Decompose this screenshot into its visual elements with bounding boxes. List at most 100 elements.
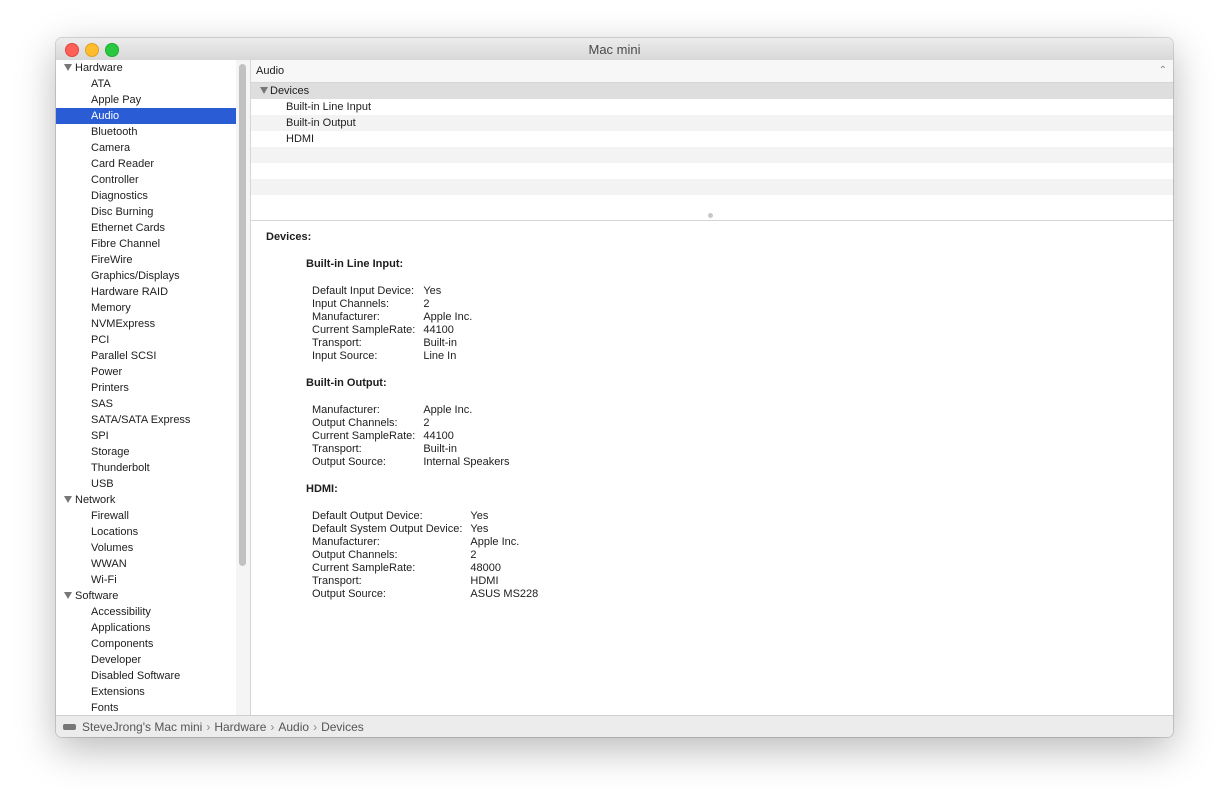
disclosure-triangle-icon[interactable]: [64, 64, 72, 71]
detail-row: Transport: HDMI: [312, 575, 538, 588]
detail-section-title: Built-in Line Input:: [306, 258, 404, 270]
sidebar-item-memory[interactable]: Memory: [56, 300, 236, 316]
disclosure-triangle-icon[interactable]: [260, 87, 268, 94]
divider-handle-icon[interactable]: [708, 213, 713, 218]
sidebar-item-components[interactable]: Components: [56, 636, 236, 652]
breadcrumb-separator: ›: [270, 720, 275, 734]
sidebar-item-sata-sata-express[interactable]: SATA/SATA Express: [56, 412, 236, 428]
details-heading: Devices:: [266, 231, 312, 243]
sidebar-item-locations[interactable]: Locations: [56, 524, 236, 540]
column-header-label: Audio: [256, 65, 285, 77]
device-row[interactable]: Built-in Output: [251, 115, 1173, 131]
sidebar-group-label: Network: [75, 494, 116, 506]
detail-table: Default Input Device: Yes Input Channels: 2…: [312, 285, 472, 363]
sidebar-item-camera[interactable]: Camera: [56, 140, 236, 156]
sidebar-item-storage[interactable]: Storage: [56, 444, 236, 460]
disclosure-triangle-icon[interactable]: [64, 496, 72, 503]
breadcrumb-item[interactable]: Devices: [321, 720, 364, 734]
device-row[interactable]: HDMI: [251, 131, 1173, 147]
detail-row: Default Input Device: Yes: [312, 285, 472, 298]
device-row[interactable]: Built-in Line Input: [251, 99, 1173, 115]
sidebar-item-controller[interactable]: Controller: [56, 172, 236, 188]
sidebar-item-ethernet-cards[interactable]: Ethernet Cards: [56, 220, 236, 236]
sidebar-item-extensions[interactable]: Extensions: [56, 684, 236, 700]
sidebar-item-audio[interactable]: Audio: [56, 108, 236, 124]
sidebar-item-usb[interactable]: USB: [56, 476, 236, 492]
sidebar-item-diagnostics[interactable]: Diagnostics: [56, 188, 236, 204]
sidebar-item-pci[interactable]: PCI: [56, 332, 236, 348]
sidebar-group-hardware[interactable]: Hardware: [56, 60, 236, 76]
sidebar-item-ata[interactable]: ATA: [56, 76, 236, 92]
sidebar-scrollbar[interactable]: [236, 60, 251, 715]
sidebar-item-wi-fi[interactable]: Wi-Fi: [56, 572, 236, 588]
sidebar-item-disabled-software[interactable]: Disabled Software: [56, 668, 236, 684]
split-view-divider[interactable]: [251, 212, 1173, 221]
breadcrumb-item[interactable]: Hardware: [214, 720, 266, 734]
sidebar-item-power[interactable]: Power: [56, 364, 236, 380]
detail-value: Built-in: [423, 337, 457, 349]
sidebar-item-thunderbolt[interactable]: Thunderbolt: [56, 460, 236, 476]
sidebar-item-fibre-channel[interactable]: Fibre Channel: [56, 236, 236, 252]
detail-row: Manufacturer: Apple Inc.: [312, 536, 538, 549]
sidebar-item-card-reader[interactable]: Card Reader: [56, 156, 236, 172]
sidebar-item-sas[interactable]: SAS: [56, 396, 236, 412]
detail-key: Default System Output Device:: [312, 523, 463, 535]
sidebar-item-firewall[interactable]: Firewall: [56, 508, 236, 524]
detail-value: Apple Inc.: [470, 536, 520, 548]
disclosure-triangle-icon[interactable]: [64, 592, 72, 599]
breadcrumb-item[interactable]: SteveJrong's Mac mini: [82, 720, 202, 734]
detail-row: Output Channels: 2: [312, 549, 538, 562]
sidebar-item-developer[interactable]: Developer: [56, 652, 236, 668]
sidebar-item-parallel-scsi[interactable]: Parallel SCSI: [56, 348, 236, 364]
sidebar-item-volumes[interactable]: Volumes: [56, 540, 236, 556]
detail-value: Yes: [470, 523, 489, 535]
detail-key: Manufacturer:: [312, 536, 380, 548]
breadcrumb-item[interactable]: Audio: [278, 720, 309, 734]
sidebar-item-applications[interactable]: Applications: [56, 620, 236, 636]
detail-row: Output Source: Internal Speakers: [312, 456, 510, 469]
detail-key: Current SampleRate:: [312, 562, 416, 574]
detail-key: Default Output Device:: [312, 510, 423, 522]
sidebar-item-wwan[interactable]: WWAN: [56, 556, 236, 572]
detail-key: Input Source:: [312, 350, 378, 362]
sidebar-group-software[interactable]: Software: [56, 588, 236, 604]
sidebar-group-label: Software: [75, 590, 119, 602]
detail-table: Manufacturer: Apple Inc. Output Channels: 2…: [312, 404, 510, 469]
sidebar-item-nvmexpress[interactable]: NVMExpress: [56, 316, 236, 332]
device-group-row[interactable]: Devices: [251, 83, 1173, 99]
detail-value: ASUS MS228: [470, 588, 539, 600]
detail-view: Devices: Built-in Line Input: Default Inp…: [251, 221, 1173, 601]
sidebar-item-apple-pay[interactable]: Apple Pay: [56, 92, 236, 108]
window-title: Mac mini: [588, 42, 641, 57]
sidebar-item-fonts[interactable]: Fonts: [56, 700, 236, 715]
sidebar-item-spi[interactable]: SPI: [56, 428, 236, 444]
sidebar-item-hardware-raid[interactable]: Hardware RAID: [56, 284, 236, 300]
sidebar-item-printers[interactable]: Printers: [56, 380, 236, 396]
detail-value: 44100: [423, 430, 454, 442]
empty-row: [251, 195, 1173, 211]
sidebar-item-graphics-displays[interactable]: Graphics/Displays: [56, 268, 236, 284]
detail-key: Transport:: [312, 443, 362, 455]
empty-row: [251, 147, 1173, 163]
detail-value: 44100: [423, 324, 454, 336]
detail-key: Output Source:: [312, 456, 386, 468]
detail-value: Line In: [423, 350, 457, 362]
title-bar[interactable]: Mac mini: [56, 38, 1173, 61]
detail-key: Output Channels:: [312, 417, 398, 429]
detail-key: Current SampleRate:: [312, 324, 416, 336]
empty-row: [251, 163, 1173, 179]
sidebar-item-bluetooth[interactable]: Bluetooth: [56, 124, 236, 140]
detail-row: Output Source: ASUS MS228: [312, 588, 538, 601]
detail-row: Manufacturer: Apple Inc.: [312, 404, 510, 417]
sort-chevron-icon[interactable]: ⌃: [1159, 60, 1167, 82]
breadcrumb-separator: ›: [206, 720, 211, 734]
detail-row: Default System Output Device: Yes: [312, 523, 538, 536]
detail-row: Current SampleRate: 48000: [312, 562, 538, 575]
sidebar-item-disc-burning[interactable]: Disc Burning: [56, 204, 236, 220]
sidebar-scroll-thumb[interactable]: [239, 64, 246, 566]
sidebar-item-accessibility[interactable]: Accessibility: [56, 604, 236, 620]
column-header[interactable]: Audio ⌃: [251, 60, 1173, 83]
sidebar-group-network[interactable]: Network: [56, 492, 236, 508]
detail-value: 2: [423, 298, 430, 310]
sidebar-item-firewire[interactable]: FireWire: [56, 252, 236, 268]
